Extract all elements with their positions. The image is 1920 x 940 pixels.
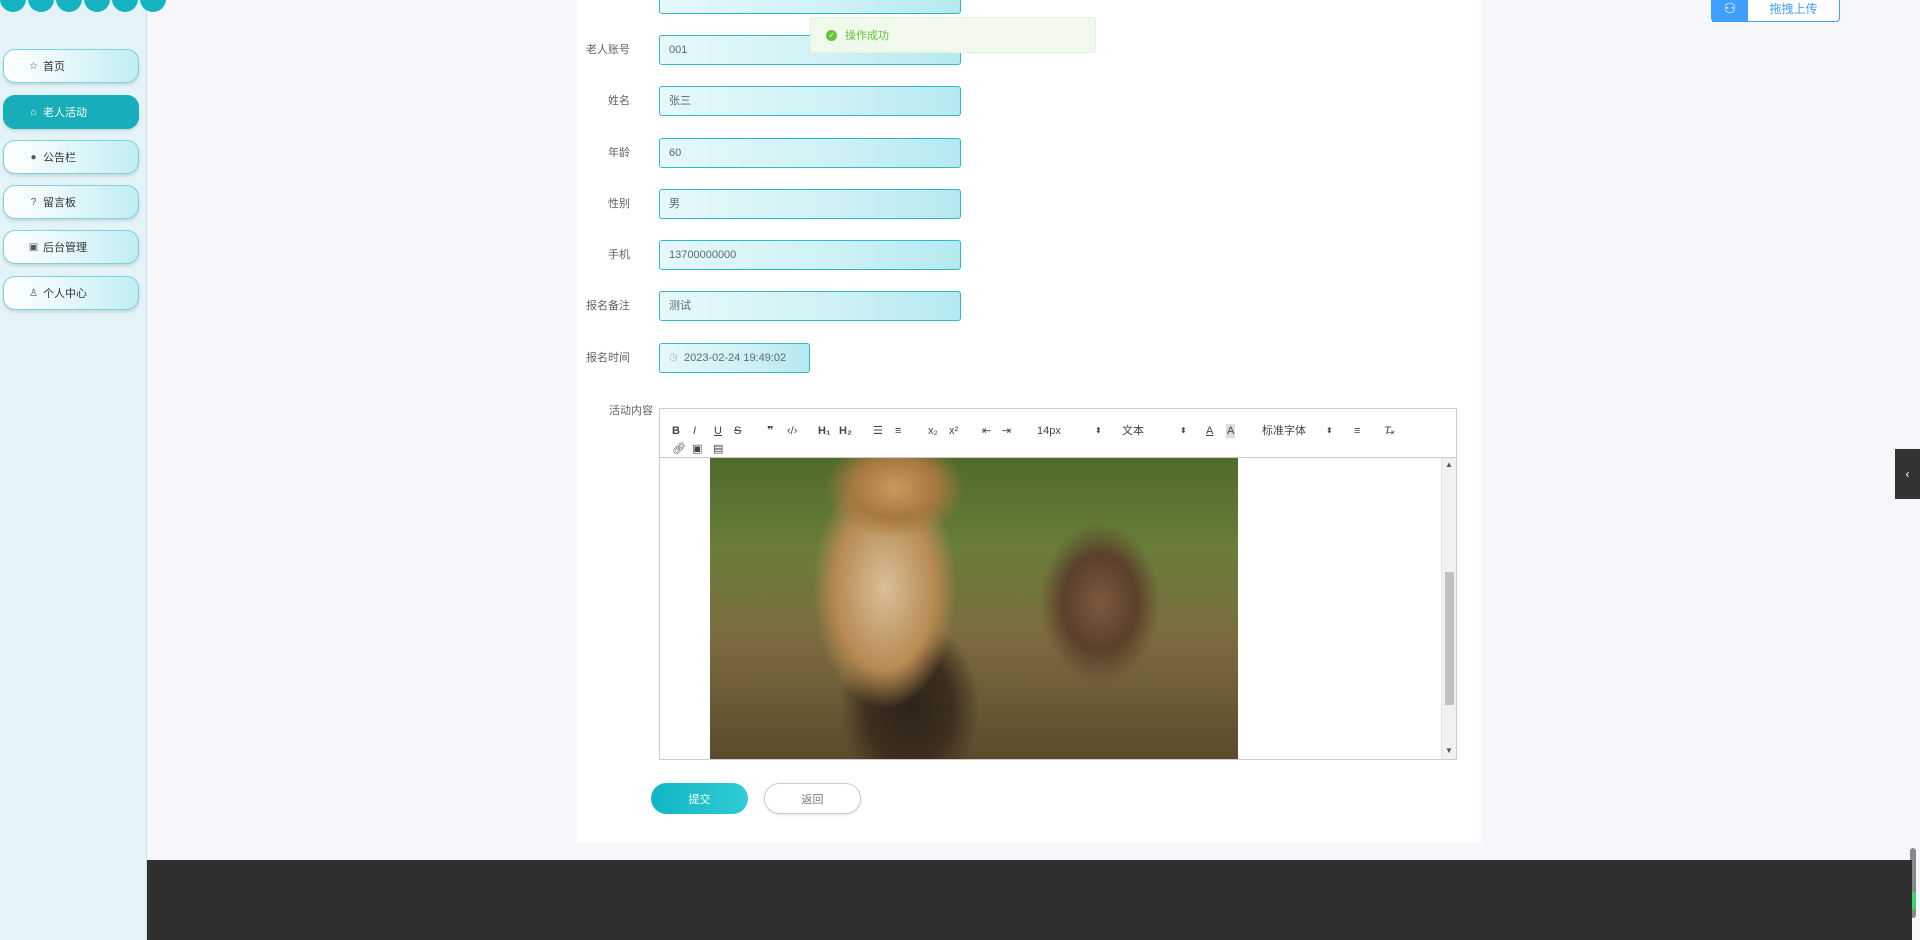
font-color-icon[interactable]: A — [1206, 424, 1213, 438]
sidebar-item-elderly-activity[interactable]: ⌂ 老人活动 — [3, 95, 139, 129]
gender-input[interactable]: 男 — [659, 189, 961, 219]
signup-time-value: 2023-02-24 19:49:02 — [684, 352, 787, 364]
bag-icon: ⌂ — [30, 106, 37, 118]
font-size-value: 14px — [1037, 425, 1061, 437]
blockquote-icon[interactable]: ❞ — [767, 424, 773, 438]
form-row-name: 姓名 张三 — [577, 86, 1481, 116]
scroll-down-icon[interactable]: ▼ — [1445, 746, 1453, 755]
rich-text-editor: B I U S ❞ ‹/› H₁ H₂ ☰ ≡ x₂ x² ⇤ ⇥ 14px ⬍… — [659, 408, 1457, 760]
toast-text: 操作成功 — [845, 30, 889, 42]
side-panel-toggle[interactable]: ‹ — [1895, 449, 1920, 499]
font-family-value: 标准字体 — [1262, 425, 1306, 437]
sidebar-item-label: 个人中心 — [43, 288, 87, 300]
editor-content[interactable] — [660, 458, 1456, 759]
age-input[interactable]: 60 — [659, 138, 961, 168]
form-row-age: 年龄 60 — [577, 138, 1481, 168]
success-toast: ✓ 操作成功 — [810, 17, 1096, 53]
indent-icon[interactable]: ⇥ — [1002, 424, 1011, 438]
form-row-remark: 报名备注 测试 — [577, 291, 1481, 321]
text-type-select[interactable]: 文本 ⬍ — [1122, 424, 1187, 438]
superscript-icon[interactable]: x² — [949, 424, 958, 438]
back-button[interactable]: 返回 — [764, 783, 861, 814]
submit-button[interactable]: 提交 — [651, 783, 748, 814]
footer — [147, 860, 1912, 940]
outdent-icon[interactable]: ⇤ — [982, 424, 991, 438]
editor-scrollbar[interactable]: ▲ ▼ — [1441, 458, 1456, 759]
chevron-left-icon: ‹ — [1905, 467, 1910, 481]
phone-input[interactable]: 13700000000 — [659, 240, 961, 270]
font-family-select[interactable]: 标准字体 ⬍ — [1262, 424, 1333, 438]
align-left-icon[interactable]: ≡ — [1354, 424, 1360, 438]
sidebar-item-label: 留言板 — [43, 197, 76, 209]
bullet-list-icon[interactable]: ≡ — [895, 424, 901, 438]
clock-icon: ◷ — [669, 352, 678, 363]
question-icon: ? — [30, 196, 37, 208]
sidebar-item-label: 后台管理 — [43, 242, 87, 254]
partial-input[interactable] — [659, 0, 961, 14]
drag-upload-button[interactable]: ⚇ 拖拽上传 — [1711, 0, 1840, 22]
sidebar-item-label: 老人活动 — [43, 107, 87, 119]
form-row-signup-time: 报名时间 ◷ 2023-02-24 19:49:02 — [577, 343, 1481, 373]
signup-time-picker[interactable]: ◷ 2023-02-24 19:49:02 — [659, 343, 810, 373]
ordered-list-icon[interactable]: ☰ — [873, 424, 883, 438]
link-icon[interactable]: 🔗︎ — [672, 442, 686, 456]
editor-toolbar: B I U S ❞ ‹/› H₁ H₂ ☰ ≡ x₂ x² ⇤ ⇥ 14px ⬍… — [660, 409, 1456, 458]
heading2-icon[interactable]: H₂ — [839, 424, 852, 438]
box-icon: ▣ — [28, 241, 39, 253]
field-label: 老人账号 — [586, 44, 630, 56]
content-label: 活动内容 — [609, 405, 653, 417]
sidebar-item-admin[interactable]: ▣ 后台管理 — [3, 230, 139, 264]
sidebar-item-profile[interactable]: ♙ 个人中心 — [3, 276, 139, 310]
select-arrows-icon: ⬍ — [1095, 426, 1102, 435]
sidebar-item-home[interactable]: ☆ 首页 — [3, 49, 139, 83]
video-icon[interactable]: ▤ — [713, 442, 723, 456]
check-circle-icon: ✓ — [826, 29, 837, 41]
italic-icon[interactable]: I — [693, 424, 696, 438]
name-input[interactable]: 张三 — [659, 86, 961, 116]
info-icon: ● — [30, 151, 37, 163]
select-arrows-icon: ⬍ — [1180, 426, 1187, 435]
user-icon: ♙ — [29, 287, 38, 299]
select-arrows-icon: ⬍ — [1326, 426, 1333, 435]
sidebar: ☆ 首页 ⌂ 老人活动 ● 公告栏 ? 留言板 ▣ 后台管理 ♙ 个人中心 — [0, 0, 166, 940]
upload-label: 拖拽上传 — [1769, 1, 1818, 16]
strikethrough-icon[interactable]: S — [734, 424, 741, 438]
heading1-icon[interactable]: H₁ — [818, 424, 831, 438]
subscript-icon[interactable]: x₂ — [928, 424, 938, 438]
sidebar-item-notice-board[interactable]: ● 公告栏 — [3, 140, 139, 174]
field-label: 姓名 — [608, 95, 630, 107]
scroll-up-icon[interactable]: ▲ — [1445, 460, 1453, 469]
upload-icon: ⚇ — [1712, 0, 1748, 22]
clear-format-icon[interactable]: T̶ₓ — [1384, 424, 1395, 438]
field-label: 报名备注 — [586, 300, 630, 312]
scroll-thumb[interactable] — [1445, 572, 1454, 705]
field-label: 性别 — [608, 198, 630, 210]
background-color-icon[interactable]: A — [1226, 424, 1236, 438]
decorative-dots — [0, 0, 166, 16]
text-type-value: 文本 — [1122, 425, 1144, 437]
star-icon: ☆ — [29, 60, 38, 72]
form-row-phone: 手机 13700000000 — [577, 240, 1481, 270]
field-label: 报名时间 — [586, 352, 630, 364]
sidebar-item-message-board[interactable]: ? 留言板 — [3, 185, 139, 219]
field-label: 手机 — [608, 249, 630, 261]
bold-icon[interactable]: B — [672, 424, 680, 438]
form-row-gender: 性别 男 — [577, 189, 1481, 219]
image-icon[interactable]: ▣ — [692, 442, 702, 456]
field-label: 年龄 — [608, 147, 630, 159]
code-icon[interactable]: ‹/› — [787, 424, 797, 438]
sidebar-item-label: 首页 — [43, 61, 65, 73]
underline-icon[interactable]: U — [714, 424, 722, 438]
form-row-partial — [577, 0, 1481, 14]
remark-input[interactable]: 测试 — [659, 291, 961, 321]
font-size-select[interactable]: 14px ⬍ — [1037, 424, 1102, 438]
sidebar-item-label: 公告栏 — [43, 152, 76, 164]
fox-photo — [710, 458, 1238, 759]
